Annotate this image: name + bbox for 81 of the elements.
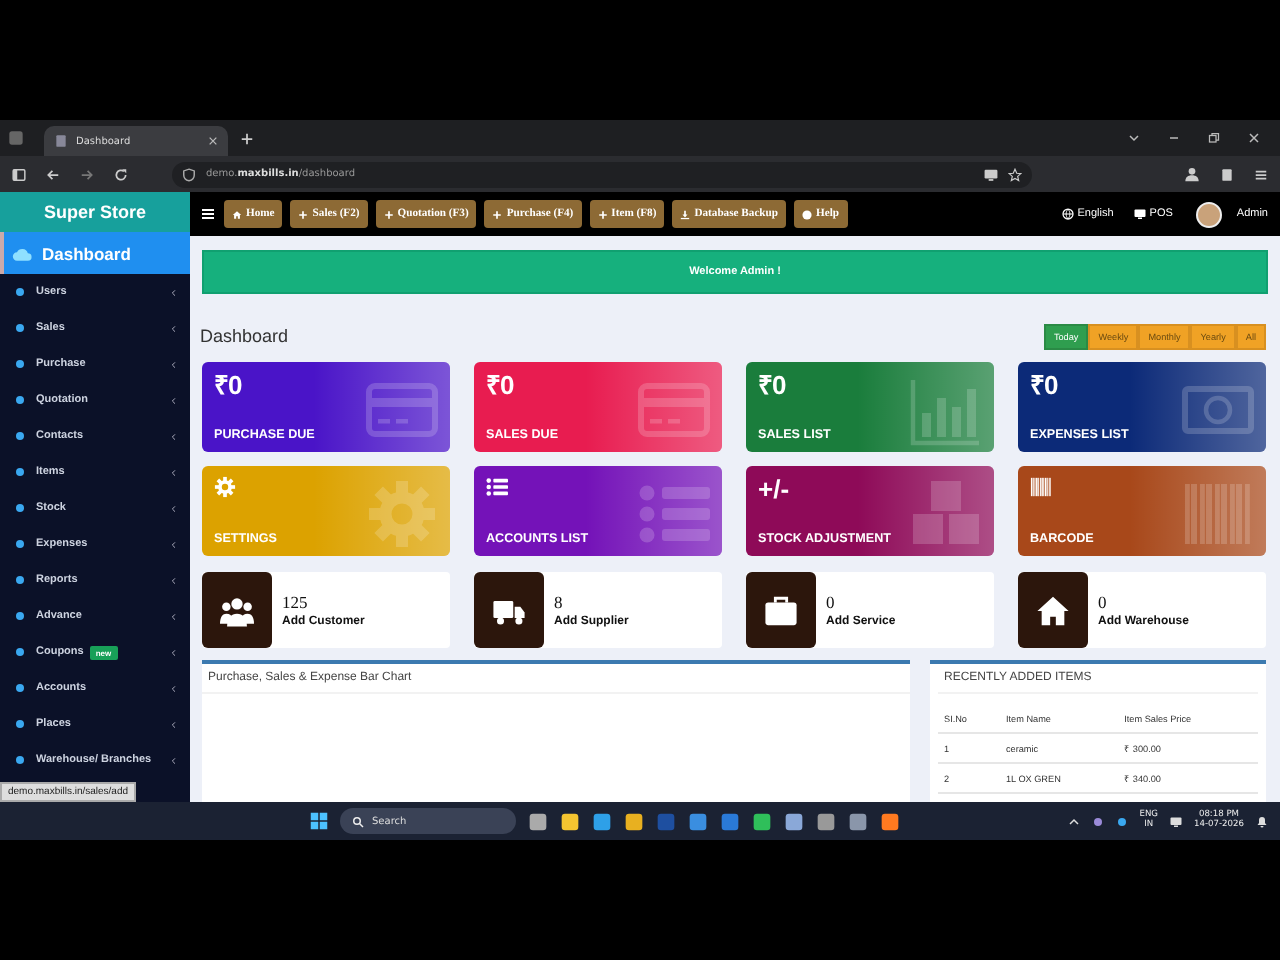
count-value: 125: [282, 592, 310, 612]
dot-icon: [14, 646, 26, 658]
briefcase-icon: [764, 593, 798, 627]
house-icon: [1036, 593, 1070, 627]
dot-icon: [14, 394, 26, 406]
plus-minus-symbol: +/-: [758, 476, 792, 502]
brand-title: Super Store: [0, 192, 190, 232]
amount-value: ₹0: [758, 372, 789, 398]
page-icon: [54, 134, 68, 148]
people-icon: [220, 593, 254, 627]
chevron-left-icon: [170, 683, 178, 693]
chevron-left-icon: [170, 539, 178, 549]
dot-icon: [14, 754, 26, 766]
download-icon: [680, 209, 691, 219]
shield-icon: [182, 167, 196, 181]
dot-icon: [14, 502, 26, 514]
amount-value: ₹0: [486, 372, 517, 398]
avatar: [1196, 201, 1223, 227]
chevron-left-icon: [170, 395, 178, 405]
chevron-up-icon[interactable]: [1067, 815, 1080, 827]
sidebar-panel-icon[interactable]: [12, 167, 26, 181]
count-value: 0: [826, 592, 837, 612]
forward-icon[interactable]: [80, 167, 94, 181]
amount-value: ₹0: [214, 372, 245, 398]
plus-icon: [492, 209, 503, 219]
menu-label: Dashboard: [42, 243, 131, 263]
star-icon[interactable]: [1008, 167, 1022, 181]
dot-icon: [14, 466, 26, 478]
dot-icon: [14, 286, 26, 298]
plus-icon: [298, 209, 309, 219]
new-tab-icon[interactable]: [240, 131, 254, 145]
windows-logo-icon[interactable]: [310, 812, 328, 830]
chevron-left-icon: [170, 323, 178, 333]
cloud-icon: [12, 243, 32, 263]
barcode-icon: [1030, 476, 1052, 498]
plus-icon: [383, 209, 394, 219]
amount-value: ₹0: [1030, 372, 1061, 398]
globe-icon: [1061, 208, 1074, 220]
gear-icon: [214, 476, 236, 498]
dot-icon: [14, 430, 26, 442]
barcode-icon: [1182, 478, 1254, 550]
chevron-left-icon: [170, 467, 178, 477]
search-icon: [352, 815, 364, 827]
dot-icon: [14, 574, 26, 586]
dot-icon: [14, 610, 26, 622]
home-icon: [232, 209, 242, 219]
monitor-icon: [1133, 208, 1146, 220]
dot-icon: [14, 358, 26, 370]
chevron-left-icon: [170, 611, 178, 621]
chevron-left-icon: [170, 287, 178, 297]
count-value: 0: [1098, 592, 1109, 612]
list-icon: [486, 476, 508, 498]
chevron-left-icon: [170, 431, 178, 441]
chevron-down-icon[interactable]: [1128, 132, 1140, 144]
dot-icon: [14, 718, 26, 730]
menu-icon[interactable]: [1254, 167, 1268, 181]
dot-icon: [14, 322, 26, 334]
chevron-left-icon: [170, 359, 178, 369]
chevron-left-icon: [170, 647, 178, 657]
gear-icon: [366, 478, 438, 550]
chevron-left-icon: [170, 755, 178, 765]
plus-icon: [597, 209, 608, 219]
chevron-left-icon: [170, 575, 178, 585]
dot-icon: [14, 682, 26, 694]
chevron-left-icon: [170, 503, 178, 513]
reload-icon[interactable]: [114, 167, 128, 181]
restore-icon[interactable]: [1208, 132, 1220, 144]
close-icon[interactable]: [1248, 132, 1260, 144]
back-icon[interactable]: [46, 167, 60, 181]
count-value: 8: [554, 592, 565, 612]
monitor-icon[interactable]: [1170, 815, 1183, 827]
dot-icon: [14, 538, 26, 550]
chevron-left-icon: [170, 719, 178, 729]
bell-icon[interactable]: [1256, 815, 1268, 827]
minimize-icon[interactable]: [1168, 132, 1180, 144]
profile-icon[interactable]: [1184, 166, 1200, 182]
boxes-icon: [910, 478, 982, 550]
bar-chart-icon: [910, 374, 982, 446]
page-title: Dashboard: [200, 326, 289, 346]
close-icon[interactable]: [208, 136, 218, 146]
reader-icon[interactable]: [984, 167, 998, 181]
